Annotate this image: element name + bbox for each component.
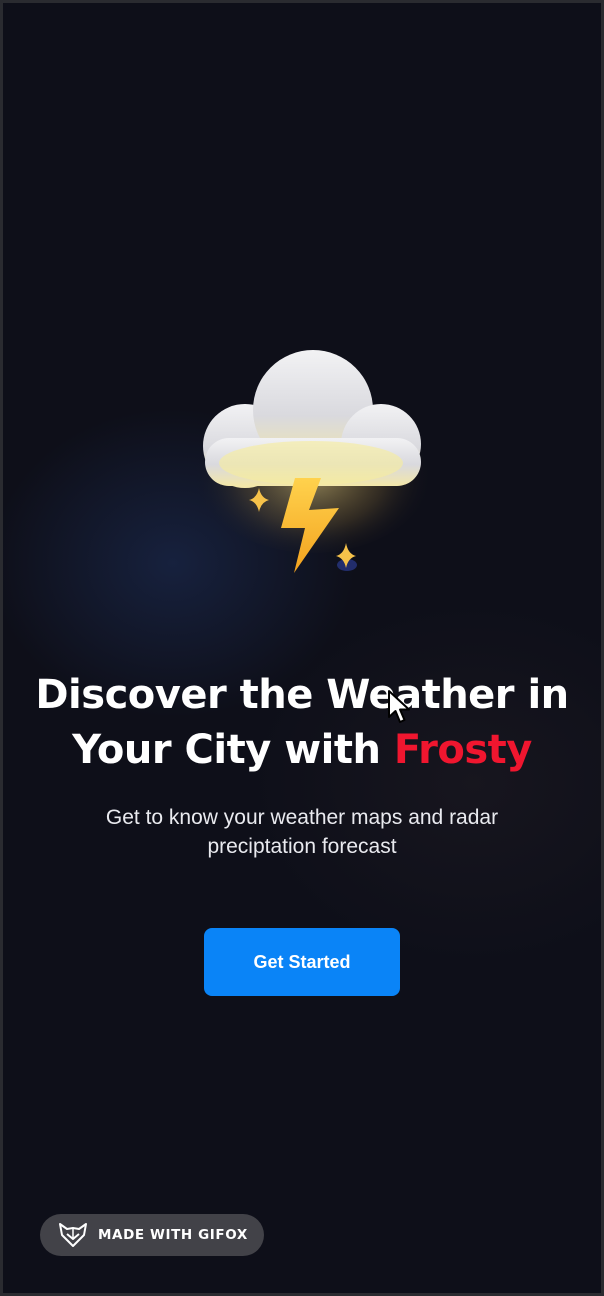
mouse-cursor-icon [387, 689, 413, 725]
subtitle: Get to know your weather maps and radar … [3, 803, 601, 861]
headline-line1: Discover the Weather in [35, 672, 569, 718]
headline-line2-prefix: Your City with [72, 727, 394, 773]
made-with-gifox-badge: MADE WITH GIFOX [40, 1214, 264, 1256]
get-started-button[interactable]: Get Started [204, 928, 400, 996]
headline: Discover the Weather in Your City with F… [3, 668, 601, 778]
thunderstorm-cloud-icon [193, 338, 433, 588]
subtitle-line2: preciptation forecast [207, 835, 397, 858]
fox-logo-icon [59, 1223, 87, 1247]
brand-name: Frosty [393, 727, 532, 773]
onboarding-screen: Discover the Weather in Your City with F… [0, 0, 604, 1296]
subtitle-line1: Get to know your weather maps and radar [105, 806, 499, 829]
watermark-text: MADE WITH GIFOX [98, 1227, 248, 1243]
